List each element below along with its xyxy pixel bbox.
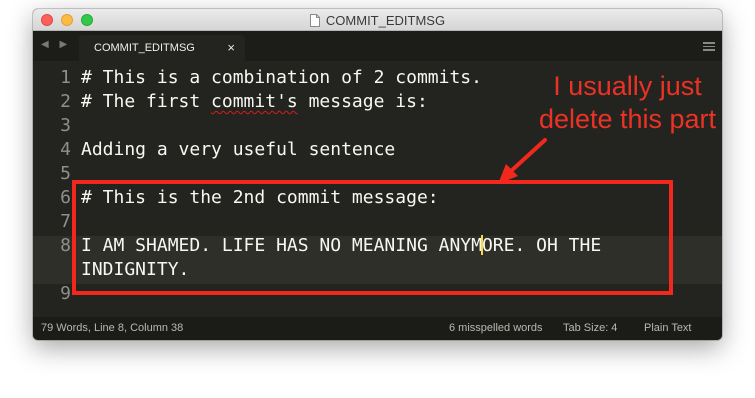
annotation-arrow-icon <box>498 138 547 184</box>
